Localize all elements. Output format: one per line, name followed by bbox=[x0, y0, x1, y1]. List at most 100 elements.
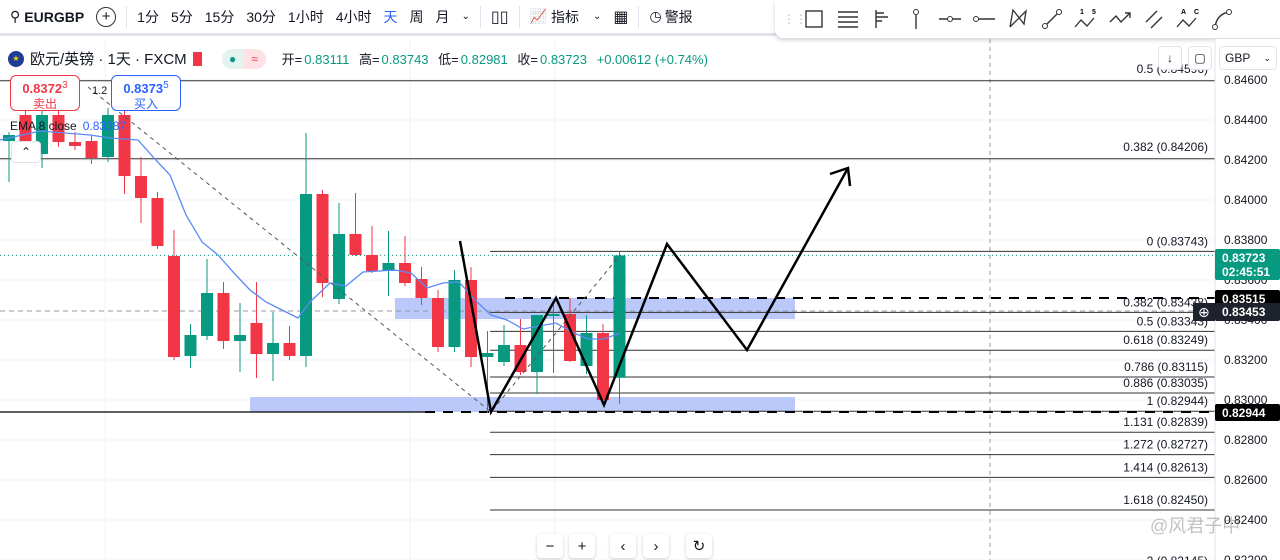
ema-legend[interactable]: EMA 8 close 0.83387 bbox=[10, 119, 126, 133]
candle-body bbox=[135, 176, 147, 198]
rectangle-tool[interactable] bbox=[797, 4, 831, 34]
elliott-wave-tool[interactable]: 15 bbox=[1069, 4, 1103, 34]
candle-body bbox=[316, 194, 329, 283]
parallel-channel-icon bbox=[1145, 10, 1163, 29]
interval-0[interactable]: 1分 bbox=[131, 0, 165, 35]
zoom-in-button[interactable]: + bbox=[569, 534, 595, 558]
interval-6[interactable]: 天 bbox=[378, 0, 404, 35]
search-icon: ⚲ bbox=[10, 8, 21, 24]
horizontal-line-icon bbox=[939, 16, 961, 22]
interval-dropdown[interactable]: ⌄ bbox=[456, 0, 476, 35]
plus-icon: + bbox=[577, 537, 587, 555]
trend-line-icon bbox=[1042, 9, 1062, 29]
fib-retracement-tool[interactable] bbox=[831, 4, 865, 34]
interval-8[interactable]: 月 bbox=[430, 0, 456, 35]
candle-body bbox=[498, 345, 510, 362]
candle-body bbox=[300, 194, 312, 356]
horizontal-ray-tool[interactable] bbox=[967, 4, 1001, 34]
plus-circle-icon: + bbox=[96, 6, 117, 27]
indicators-button[interactable]: 📈 指标 ⌄ bbox=[524, 0, 608, 35]
vertical-line-tool[interactable] bbox=[899, 4, 933, 34]
last-price-tag-text: 0.83723 bbox=[1222, 251, 1266, 265]
trend-line-tool[interactable] bbox=[1035, 4, 1069, 34]
drag-handle-icon[interactable]: ⋮⋮ bbox=[783, 12, 807, 26]
long-position-tool[interactable] bbox=[865, 4, 899, 34]
market-open-dot-icon: ● bbox=[221, 48, 244, 69]
collapse-legend-button[interactable]: ⌃ bbox=[11, 141, 41, 163]
price-tick: 0.82200 bbox=[1224, 553, 1268, 560]
candle-body bbox=[234, 335, 246, 341]
low-label: 低= bbox=[438, 52, 459, 67]
drawing-toolbar: ⋮⋮ 15 AC bbox=[775, 0, 1280, 38]
interval-5[interactable]: 4小时 bbox=[330, 0, 378, 35]
alert-button[interactable]: ◷ 警报 bbox=[643, 0, 698, 35]
layouts-button[interactable]: ▦ bbox=[607, 0, 634, 35]
arrow-path-icon bbox=[1109, 12, 1131, 24]
candle-body bbox=[217, 293, 230, 341]
price-tick: 0.82800 bbox=[1224, 433, 1268, 447]
symbol-label: EURGBP bbox=[24, 8, 85, 25]
reset-icon: ↻ bbox=[692, 538, 706, 555]
high-label: 高= bbox=[358, 52, 380, 67]
elliott-wave-icon: 15 bbox=[1074, 9, 1096, 28]
candle-body bbox=[415, 279, 428, 298]
fib-level-label: 0.786 (0.83115) bbox=[1124, 360, 1208, 374]
horizontal-line-tool[interactable] bbox=[933, 4, 967, 34]
fib-level-label: 1.272 (0.82727) bbox=[1123, 438, 1208, 452]
interval-2[interactable]: 15分 bbox=[199, 0, 241, 35]
indicators-label: 指标 bbox=[550, 8, 579, 25]
curve-tool[interactable] bbox=[1205, 4, 1239, 34]
ema-label: EMA 8 close bbox=[10, 119, 77, 133]
candle-body bbox=[151, 198, 164, 246]
watermark: @风君子中 bbox=[1150, 516, 1241, 536]
price-tick: 0.84000 bbox=[1224, 193, 1268, 207]
chart-type-button[interactable]: ▯▯ bbox=[485, 0, 515, 35]
path-tool[interactable] bbox=[1103, 4, 1137, 34]
scroll-right-button[interactable]: › bbox=[643, 534, 669, 558]
sell-label: 卖出 bbox=[32, 97, 57, 111]
chevron-right-icon: › bbox=[653, 537, 659, 555]
scroll-left-button[interactable]: ‹ bbox=[610, 534, 636, 558]
low-value: 0.82981 bbox=[460, 52, 508, 67]
symbol-title[interactable]: 欧元/英镑 · 1天 · FXCM bbox=[30, 48, 187, 69]
open-label: 开= bbox=[281, 52, 303, 67]
interval-1[interactable]: 5分 bbox=[165, 0, 199, 35]
zoom-out-button[interactable]: − bbox=[537, 534, 563, 558]
compare-button[interactable]: + bbox=[90, 0, 122, 35]
flag-marker-icon[interactable] bbox=[192, 51, 202, 66]
fullscreen-button[interactable]: ▢ bbox=[1188, 46, 1212, 70]
pattern-tool[interactable] bbox=[1001, 4, 1035, 34]
candle-body bbox=[85, 141, 98, 158]
interval-4[interactable]: 1小时 bbox=[282, 0, 330, 35]
divider bbox=[479, 5, 481, 28]
buy-price-pip: 5 bbox=[163, 80, 169, 91]
interval-7[interactable]: 周 bbox=[404, 0, 430, 35]
candle-body bbox=[366, 255, 378, 271]
chevron-down-icon: ⌄ bbox=[461, 11, 470, 22]
svg-text:C: C bbox=[1194, 9, 1199, 16]
fib-level-label: 0.618 (0.83249) bbox=[1123, 333, 1208, 347]
symbol-search[interactable]: ⚲ EURGBP bbox=[0, 0, 90, 35]
change-value: +0.00612 (+0.74%) bbox=[596, 52, 708, 67]
ema-value: 0.83387 bbox=[82, 119, 127, 133]
parallel-channel-tool[interactable] bbox=[1137, 4, 1171, 34]
currency-dropdown[interactable]: GBP ⌄ bbox=[1219, 46, 1277, 70]
close-label: 收= bbox=[517, 52, 538, 67]
fib-level-label: 1.618 (0.82450) bbox=[1123, 493, 1208, 507]
candle-body bbox=[267, 343, 279, 354]
candle-body bbox=[613, 255, 626, 378]
svg-text:5: 5 bbox=[1092, 9, 1096, 16]
interval-3[interactable]: 30分 bbox=[240, 0, 282, 35]
buy-price: 0.8373 bbox=[123, 81, 164, 96]
sell-button[interactable]: 0.83723 卖出 bbox=[10, 75, 80, 111]
fib-level-label: 0.886 (0.83035) bbox=[1123, 376, 1208, 390]
fib-level-label: 1.414 (0.82613) bbox=[1123, 460, 1208, 474]
reset-chart-button[interactable]: ↻ bbox=[686, 534, 712, 558]
scroll-to-latest-button[interactable]: ↓ bbox=[1158, 46, 1182, 70]
abcd-tool[interactable]: AC bbox=[1171, 4, 1205, 34]
market-status-pill[interactable]: ● ≈ bbox=[221, 48, 266, 69]
price-tick: 0.82600 bbox=[1224, 473, 1268, 487]
buy-button[interactable]: 0.83735 买入 bbox=[111, 75, 181, 111]
price-chart[interactable]: 0.5 (0.84596)0.382 (0.84206)0 (0.83743)0… bbox=[0, 39, 1280, 560]
fib-lines-icon bbox=[838, 11, 858, 28]
